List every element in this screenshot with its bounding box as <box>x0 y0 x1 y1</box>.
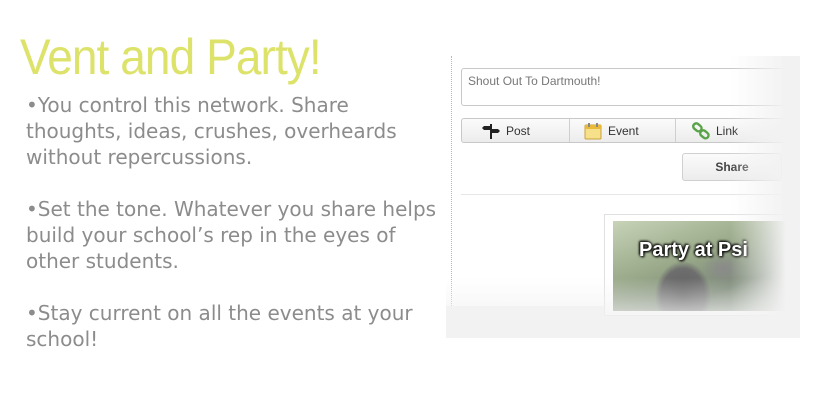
tab-event[interactable]: Event <box>570 119 676 142</box>
feature-list: •You control this network. Share thought… <box>26 92 446 352</box>
dotted-divider <box>451 56 452 306</box>
shout-out-input[interactable]: Shout Out To Dartmouth! <box>461 68 800 106</box>
tab-post-label: Post <box>506 123 531 138</box>
signpost-icon <box>482 122 500 140</box>
share-button[interactable]: Share <box>682 153 782 181</box>
event-card[interactable]: Party at Psi <box>604 214 800 316</box>
post-type-tabs: Post Event Link <box>461 118 800 143</box>
headline: Vent and Party! <box>20 29 322 85</box>
section-divider <box>461 194 800 195</box>
tab-link[interactable]: Link <box>676 119 786 142</box>
tab-post[interactable]: Post <box>462 119 570 142</box>
event-card-title: Party at Psi <box>639 239 748 261</box>
event-photo: Party at Psi <box>613 221 793 311</box>
app-screenshot: Shout Out To Dartmouth! Post Event Link … <box>446 56 800 338</box>
tab-event-label: Event <box>608 123 639 138</box>
chain-link-icon <box>692 121 710 140</box>
tab-link-label: Link <box>716 123 739 138</box>
feature-tone: •Set the tone. Whatever you share helps … <box>26 197 437 273</box>
feature-events: •Stay current on all the events at your … <box>26 301 413 351</box>
feature-control: •You control this network. Share thought… <box>26 93 397 169</box>
composer-area: Shout Out To Dartmouth! Post Event Link … <box>446 56 800 316</box>
calendar-icon <box>584 122 602 140</box>
